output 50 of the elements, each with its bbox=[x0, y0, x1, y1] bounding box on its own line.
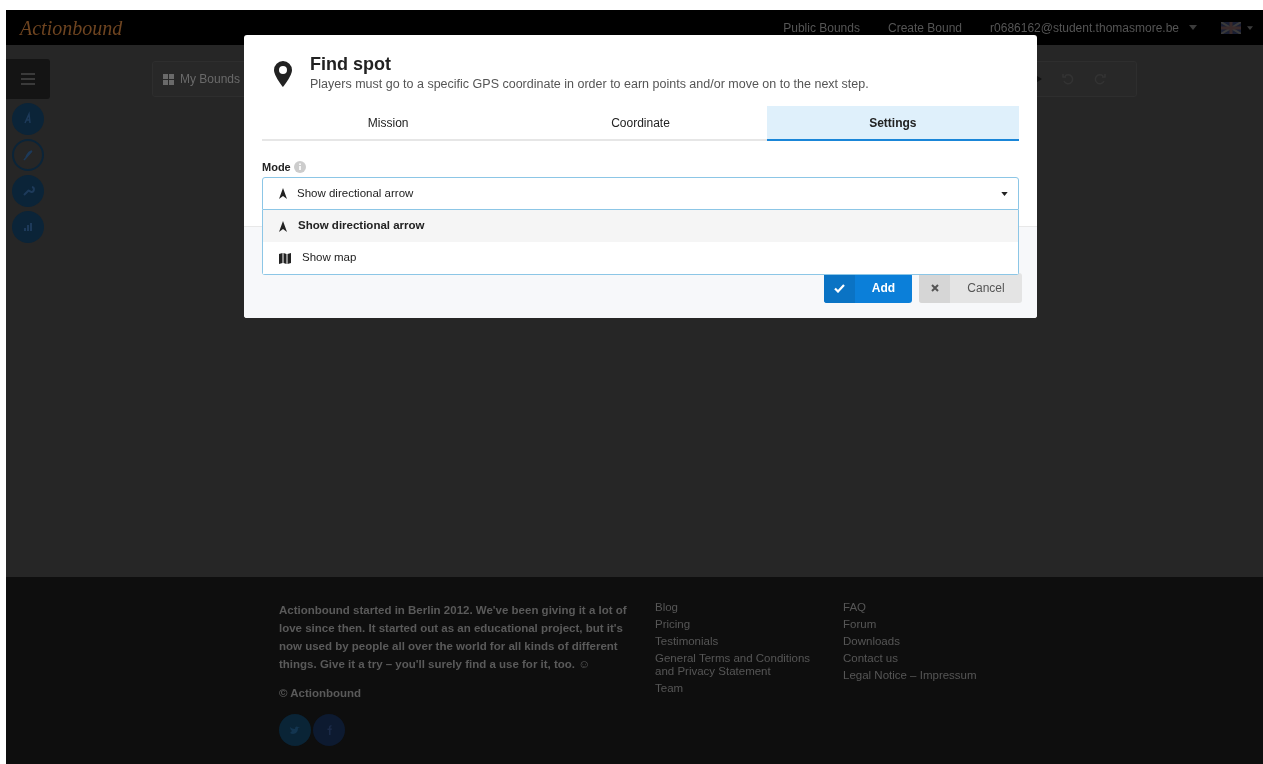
footer-link[interactable]: Blog bbox=[655, 601, 819, 614]
nav-link[interactable]: Public Bounds bbox=[783, 18, 860, 37]
about-text: Actionbound started in Berlin 2012. We've been giving it a lot of love since then. It started out as an educational project, but it's now used by people all over the world for all kinds of different things. Give it a try – you'll surely find a use for it, too. ☺ bbox=[279, 603, 628, 672]
social-button[interactable] bbox=[313, 714, 345, 747]
caret-icon bbox=[1189, 25, 1197, 30]
dropdown-option[interactable]: Show directional arrow bbox=[263, 210, 1018, 242]
language-menu[interactable] bbox=[1221, 21, 1253, 34]
tab[interactable]: Mission bbox=[262, 106, 515, 141]
arrow-icon bbox=[279, 188, 287, 199]
menu-icon bbox=[21, 73, 35, 85]
bird-icon bbox=[290, 725, 300, 735]
tab[interactable]: Settings bbox=[766, 106, 1019, 141]
footer-link[interactable]: Testimonials bbox=[655, 635, 819, 648]
dialog-title: Find spot bbox=[310, 53, 392, 75]
menu-button[interactable] bbox=[6, 59, 50, 99]
tab[interactable]: Coordinate bbox=[514, 106, 767, 141]
footer-link[interactable]: Legal Notice – Impressum bbox=[843, 669, 993, 682]
caret-icon bbox=[1001, 191, 1008, 196]
caret-icon bbox=[1247, 25, 1253, 30]
footer-link[interactable]: FAQ bbox=[843, 601, 993, 614]
sidebar-button[interactable] bbox=[12, 139, 44, 171]
check-icon bbox=[834, 283, 845, 293]
mode-select[interactable]: Show directional arrow bbox=[262, 177, 1019, 210]
dialog-description: Players must go to a specific GPS coordinate in order to earn points and/or move on to the next step. bbox=[310, 76, 869, 93]
footer-link[interactable]: Forum bbox=[843, 618, 993, 631]
nav-link[interactable]: Create Bound bbox=[887, 18, 963, 37]
grid-icon bbox=[163, 73, 174, 85]
sidebar-button[interactable] bbox=[12, 103, 44, 135]
feather-icon bbox=[20, 147, 36, 163]
footer-link[interactable]: Downloads bbox=[843, 635, 993, 648]
field-label: Mode bbox=[262, 159, 291, 175]
cancel-button[interactable]: Cancel bbox=[919, 273, 1022, 303]
sidebar-button[interactable] bbox=[12, 175, 44, 207]
logo[interactable]: Actionbound bbox=[20, 12, 123, 43]
arrow-icon bbox=[279, 220, 287, 232]
footer-link[interactable]: General Terms and Conditions and Privacy Statement bbox=[655, 652, 819, 678]
flag-icon bbox=[1221, 21, 1241, 34]
user-menu[interactable]: r0686162@student.thomasmore.be bbox=[990, 18, 1197, 37]
copyright-text: © Actionbound bbox=[279, 686, 363, 701]
sidebar-button[interactable] bbox=[12, 211, 44, 243]
close-icon bbox=[930, 284, 939, 292]
social-icon bbox=[326, 725, 332, 736]
social-button[interactable] bbox=[279, 714, 311, 747]
footer-link[interactable]: Pricing bbox=[655, 618, 819, 631]
footer-link[interactable]: Team bbox=[655, 682, 819, 695]
info-icon bbox=[293, 161, 306, 173]
add-button[interactable]: Add bbox=[824, 273, 912, 303]
map-pin-icon bbox=[274, 61, 292, 87]
footer-link[interactable]: Contact us bbox=[843, 652, 993, 665]
map-icon bbox=[279, 252, 291, 264]
